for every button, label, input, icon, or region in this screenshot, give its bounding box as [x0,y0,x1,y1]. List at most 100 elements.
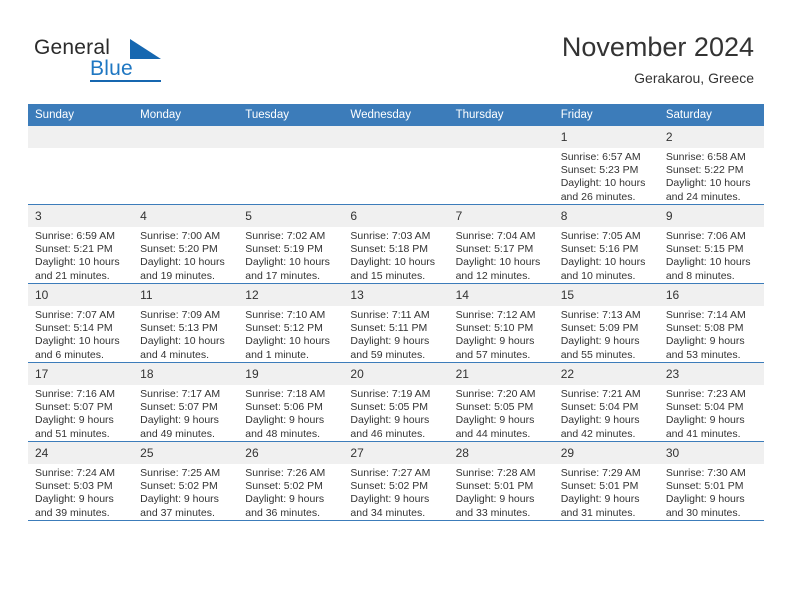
calendar-week-row: 10 Sunrise: 7:07 AM Sunset: 5:14 PM Dayligh… [28,283,764,363]
sunrise-time: Sunrise: 6:58 AM [665,151,746,163]
sunset-time: Sunset: 5:21 PM [35,243,113,256]
sunset-time: Sunset: 5:06 PM [245,401,323,414]
sunset-time: Sunset: 5:02 PM [350,480,429,493]
calendar-cell-day[interactable]: 1 Sunrise: 6:57 AM Sunset: 5:23 PM Daylight… [553,126,659,205]
day-number: 27 [343,442,449,464]
sunrise-time: Sunrise: 7:07 AM [35,309,115,321]
day-cell-inner: 30 Sunrise: 7:30 AM Sunset: 5:01 PM Dayligh… [658,442,764,520]
sunset-time: Sunset: 5:02 PM [245,480,323,493]
daylight-duration-line1: Daylight: 9 hours [455,493,535,506]
daylight-duration-line1: Daylight: 9 hours [245,493,325,506]
calendar-cell-day[interactable]: 21 Sunrise: 7:20 AM Sunset: 5:05 PM Dayligh… [448,362,554,442]
sun-info: Sunrise: 7:04 AM Sunset: 5:17 PM Daylight:… [449,227,554,283]
daylight-duration-line2: and 42 minutes. [560,427,636,440]
day-cell-inner: 29 Sunrise: 7:29 AM Sunset: 5:01 PM Dayligh… [553,442,659,520]
calendar-cell-day[interactable]: 30 Sunrise: 7:30 AM Sunset: 5:01 PM Dayligh… [658,441,764,521]
calendar-cell-day[interactable]: 18 Sunrise: 7:17 AM Sunset: 5:07 PM Dayligh… [133,362,239,442]
calendar-cell-day[interactable]: 23 Sunrise: 7:23 AM Sunset: 5:04 PM Dayligh… [658,362,764,442]
day-cell-inner [448,126,554,204]
daylight-duration-line2: and 37 minutes. [140,506,215,519]
calendar-cell-day[interactable]: 7 Sunrise: 7:04 AM Sunset: 5:17 PM Daylight… [448,204,554,284]
daylight-duration-line1: Daylight: 9 hours [665,335,745,348]
calendar-cell-day[interactable]: 27 Sunrise: 7:27 AM Sunset: 5:02 PM Dayligh… [343,441,449,521]
day-cell-inner: 1 Sunrise: 6:57 AM Sunset: 5:23 PM Daylight… [553,126,659,204]
calendar-cell-day[interactable]: 22 Sunrise: 7:21 AM Sunset: 5:04 PM Dayligh… [553,362,659,442]
day-number [448,126,554,148]
sun-info: Sunrise: 7:29 AM Sunset: 5:01 PM Daylight:… [554,464,659,520]
day-number: 30 [658,442,764,464]
calendar-cell-day[interactable]: 10 Sunrise: 7:07 AM Sunset: 5:14 PM Dayligh… [28,283,134,363]
calendar-cell-day[interactable]: 20 Sunrise: 7:19 AM Sunset: 5:05 PM Dayligh… [343,362,449,442]
calendar-cell-day[interactable]: 24 Sunrise: 7:24 AM Sunset: 5:03 PM Dayligh… [28,441,134,521]
day-number: 3 [28,205,134,227]
day-cell-inner: 11 Sunrise: 7:09 AM Sunset: 5:13 PM Dayligh… [133,284,239,362]
sunset-time: Sunset: 5:02 PM [140,480,218,493]
day-cell-inner [133,126,239,204]
sunrise-time: Sunrise: 7:10 AM [245,309,326,321]
calendar-cell-day[interactable]: 11 Sunrise: 7:09 AM Sunset: 5:13 PM Dayligh… [133,283,239,363]
sunrise-time: Sunrise: 6:57 AM [560,151,641,163]
calendar-cell-day[interactable]: 15 Sunrise: 7:13 AM Sunset: 5:09 PM Dayligh… [553,283,659,363]
sunset-time: Sunset: 5:01 PM [665,480,744,493]
calendar-cell-day[interactable]: 19 Sunrise: 7:18 AM Sunset: 5:06 PM Dayligh… [238,362,344,442]
calendar-cell-day[interactable]: 14 Sunrise: 7:12 AM Sunset: 5:10 PM Dayligh… [448,283,554,363]
calendar-cell-day[interactable]: 17 Sunrise: 7:16 AM Sunset: 5:07 PM Dayligh… [28,362,134,442]
sunrise-time: Sunrise: 7:05 AM [560,230,641,242]
day-cell-inner: 28 Sunrise: 7:28 AM Sunset: 5:01 PM Dayligh… [448,442,554,520]
calendar-cell-day[interactable]: 16 Sunrise: 7:14 AM Sunset: 5:08 PM Dayligh… [658,283,764,363]
sunrise-time: Sunrise: 7:12 AM [455,309,536,321]
sun-info: Sunrise: 7:25 AM Sunset: 5:02 PM Daylight:… [133,464,238,520]
day-number: 5 [238,205,344,227]
general-blue-logo[interactable]: General Blue [30,36,210,92]
calendar-cell-day[interactable]: 8 Sunrise: 7:05 AM Sunset: 5:16 PM Daylight… [553,204,659,284]
calendar-cell-day[interactable]: 25 Sunrise: 7:25 AM Sunset: 5:02 PM Dayligh… [133,441,239,521]
triangle-logo-icon [130,39,161,59]
sunset-time: Sunset: 5:03 PM [35,480,113,493]
weekday-header-wednesday: Wednesday [343,104,449,126]
day-cell-inner: 24 Sunrise: 7:24 AM Sunset: 5:03 PM Dayligh… [28,442,134,520]
calendar-cell-empty [448,126,554,205]
calendar-cell-day[interactable]: 26 Sunrise: 7:26 AM Sunset: 5:02 PM Dayligh… [238,441,344,521]
sunrise-time: Sunrise: 7:25 AM [140,467,221,479]
calendar-cell-day[interactable]: 9 Sunrise: 7:06 AM Sunset: 5:15 PM Daylight… [658,204,764,284]
day-cell-inner: 7 Sunrise: 7:04 AM Sunset: 5:17 PM Daylight… [448,205,554,283]
daylight-duration-line1: Daylight: 10 hours [665,256,751,269]
calendar-cell-day[interactable]: 5 Sunrise: 7:02 AM Sunset: 5:19 PM Daylight… [238,204,344,284]
sunset-time: Sunset: 5:11 PM [350,322,428,335]
calendar-cell-empty [28,126,134,205]
daylight-duration-line1: Daylight: 9 hours [350,414,430,427]
day-cell-inner: 26 Sunrise: 7:26 AM Sunset: 5:02 PM Dayligh… [238,442,344,520]
daylight-duration-line1: Daylight: 9 hours [350,493,430,506]
page-title: November 2024 [561,32,754,62]
weekday-header-row: Sunday Monday Tuesday Wednesday Thursday… [28,104,764,126]
weekday-header-sunday: Sunday [28,104,134,126]
daylight-duration-line2: and 51 minutes. [35,427,110,440]
day-number: 2 [658,126,764,148]
calendar-cell-day[interactable]: 13 Sunrise: 7:11 AM Sunset: 5:11 PM Dayligh… [343,283,449,363]
sunrise-time: Sunrise: 7:30 AM [665,467,746,479]
calendar-cell-day[interactable]: 4 Sunrise: 7:00 AM Sunset: 5:20 PM Daylight… [133,204,239,284]
day-cell-inner: 3 Sunrise: 6:59 AM Sunset: 5:21 PM Daylight… [28,205,134,283]
calendar-cell-empty [238,126,344,205]
sunset-time: Sunset: 5:10 PM [455,322,534,335]
sunset-time: Sunset: 5:20 PM [140,243,218,256]
calendar-cell-day[interactable]: 12 Sunrise: 7:10 AM Sunset: 5:12 PM Dayligh… [238,283,344,363]
day-number: 20 [343,363,449,385]
sun-info: Sunrise: 7:18 AM Sunset: 5:06 PM Daylight:… [238,385,343,441]
day-cell-inner: 16 Sunrise: 7:14 AM Sunset: 5:08 PM Dayligh… [658,284,764,362]
day-number: 12 [238,284,344,306]
calendar-cell-day[interactable]: 29 Sunrise: 7:29 AM Sunset: 5:01 PM Dayligh… [553,441,659,521]
calendar-page: General Blue November 2024 Gerakarou, Gr… [0,0,792,612]
sunrise-time: Sunrise: 6:59 AM [35,230,115,242]
calendar-cell-empty [343,126,449,205]
daylight-duration-line1: Daylight: 10 hours [35,256,120,269]
calendar-cell-day[interactable]: 28 Sunrise: 7:28 AM Sunset: 5:01 PM Dayligh… [448,441,554,521]
day-cell-inner: 17 Sunrise: 7:16 AM Sunset: 5:07 PM Dayligh… [28,363,134,441]
daylight-duration-line1: Daylight: 9 hours [665,414,745,427]
calendar-week-row: 1 Sunrise: 6:57 AM Sunset: 5:23 PM Daylight… [28,126,764,205]
daylight-duration-line2: and 49 minutes. [140,427,215,440]
calendar-cell-day[interactable]: 6 Sunrise: 7:03 AM Sunset: 5:18 PM Daylight… [343,204,449,284]
calendar-cell-day[interactable]: 2 Sunrise: 6:58 AM Sunset: 5:22 PM Daylight… [658,126,764,205]
daylight-duration-line1: Daylight: 9 hours [560,335,640,348]
calendar-cell-day[interactable]: 3 Sunrise: 6:59 AM Sunset: 5:21 PM Daylight… [28,204,134,284]
